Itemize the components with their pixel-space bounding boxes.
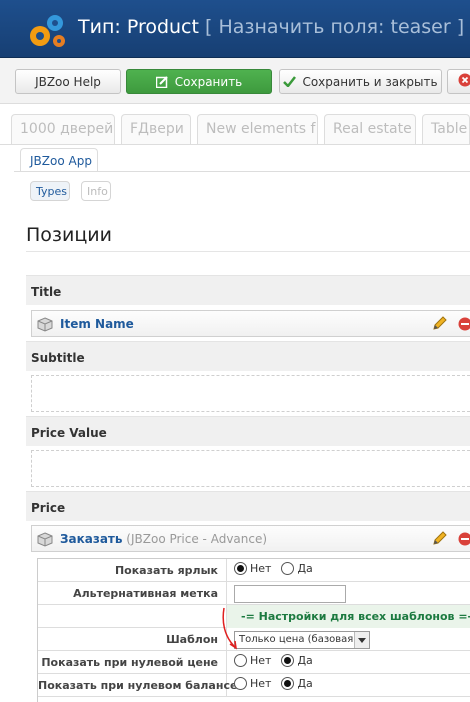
settings-banner: -= Настройки для всех шаблонов =- xyxy=(227,605,470,628)
save-button-label: Сохранить xyxy=(174,74,243,89)
tab-label: FДвери xyxy=(130,121,184,137)
help-button[interactable]: JBZoo Help xyxy=(15,69,121,94)
radio-no[interactable] xyxy=(234,654,247,667)
radio-label: Да xyxy=(297,562,313,575)
element-name: Заказать (JBZoo Price - Advance) xyxy=(60,532,267,546)
radio-no[interactable] xyxy=(234,677,247,690)
setting-zero-price: Показать при нулевой цене Нет Да xyxy=(38,651,470,674)
position-subtitle-header: Subtitle xyxy=(26,341,470,371)
template-select[interactable]: Только цена (базовая) xyxy=(234,631,370,649)
alt-label-value xyxy=(234,585,346,603)
tab-label: Real estate xyxy=(333,121,412,137)
element-settings: Показать ярлык Нет Да Альтернативная мет… xyxy=(37,558,470,702)
radio-no[interactable] xyxy=(234,562,247,575)
template-selected-value: Только цена (базовая) xyxy=(239,634,358,645)
tab-real-estate[interactable]: Real estate xyxy=(324,114,416,144)
close-icon xyxy=(458,73,470,90)
element-order[interactable]: Заказать (JBZoo Price - Advance) xyxy=(31,525,470,552)
cube-icon xyxy=(37,532,53,550)
tab-fdoors[interactable]: FДвери xyxy=(121,114,191,144)
radio-group: Нет Да xyxy=(234,654,323,667)
tab-label: 1000 дверей xyxy=(20,121,114,137)
position-price-value-dropzone[interactable] xyxy=(31,450,470,487)
radio-label: Да xyxy=(297,677,313,690)
page-title: Тип: Product [ Назначить поля: teaser ] xyxy=(78,16,464,38)
element-name-text: Заказать xyxy=(60,532,123,546)
toolbar: JBZoo Help Сохранить Сохранить и закрыть xyxy=(0,58,470,104)
delete-icon[interactable] xyxy=(458,532,470,549)
radio-yes[interactable] xyxy=(281,562,295,575)
app-tabs: 1000 дверей FДвери New elements f Real e… xyxy=(0,114,470,144)
element-item-name[interactable]: Item Name xyxy=(31,310,470,337)
radio-label: Нет xyxy=(250,654,272,667)
tab-label: New elements f xyxy=(206,121,316,137)
radio-group: Нет Да xyxy=(234,677,323,690)
chevron-down-icon xyxy=(354,632,369,648)
position-price-header: Price xyxy=(26,491,470,521)
close-button[interactable] xyxy=(447,69,470,94)
save-button[interactable]: Сохранить xyxy=(126,69,272,94)
setting-label-empty xyxy=(38,605,227,628)
gears-logo-icon xyxy=(30,15,65,47)
save-and-close-label: Сохранить и закрыть xyxy=(302,74,438,89)
setting-alt-label: Альтернативная метка xyxy=(38,582,470,605)
radio-label: Нет xyxy=(250,677,272,690)
info-label: Info xyxy=(87,185,108,198)
setting-show-label: Показать ярлык Нет Да xyxy=(38,559,470,582)
position-price-value-header: Price Value xyxy=(26,416,470,446)
save-and-close-button[interactable]: Сохранить и закрыть xyxy=(279,69,442,94)
pencil-icon[interactable] xyxy=(432,316,447,334)
checkmark-icon xyxy=(283,76,297,87)
help-button-label: JBZoo Help xyxy=(35,74,101,89)
position-title-header: Title xyxy=(26,275,470,305)
setting-label: Показать при нулевом балансе xyxy=(38,674,237,697)
position-name: Price xyxy=(31,501,66,515)
position-name: Title xyxy=(31,285,62,299)
radio-label: Нет xyxy=(250,562,272,575)
types-link[interactable]: Types xyxy=(30,181,70,201)
template-value: Только цена (базовая) xyxy=(234,631,370,649)
setting-label: Альтернативная метка xyxy=(38,582,227,605)
red-annotation-mark-icon xyxy=(222,607,237,650)
setting-label: Показать при нулевой цене xyxy=(38,651,227,674)
radio-group: Нет Да xyxy=(234,562,323,575)
types-label: Types xyxy=(36,185,67,198)
element-name: Item Name xyxy=(60,317,134,331)
cube-icon xyxy=(37,317,53,335)
info-link[interactable]: Info xyxy=(81,181,111,201)
alt-label-input[interactable] xyxy=(234,585,346,603)
tab-table[interactable]: Table xyxy=(422,114,470,144)
setting-zero-balance: Показать при нулевом балансе Нет Да xyxy=(38,674,470,697)
setting-label: Шаблон xyxy=(38,628,227,651)
app-tab-divider xyxy=(14,171,470,172)
tab-jbzoo-app[interactable]: JBZoo App xyxy=(20,148,98,172)
radio-yes[interactable] xyxy=(281,677,295,690)
element-type: (JBZoo Price - Advance) xyxy=(122,532,268,546)
position-subtitle-dropzone[interactable] xyxy=(31,375,470,412)
edit-icon xyxy=(155,75,169,88)
tab-label: Table xyxy=(431,121,468,137)
pencil-icon[interactable] xyxy=(432,531,447,549)
heading-divider xyxy=(26,251,470,252)
setting-label: Показать ярлык xyxy=(38,559,227,582)
positions-heading: Позиции xyxy=(26,224,112,246)
radio-label: Да xyxy=(297,654,313,667)
tab-new-elements[interactable]: New elements f xyxy=(197,114,318,144)
title-sub: [ Назначить поля: teaser ] xyxy=(198,16,465,38)
title-main: Тип: Product xyxy=(78,16,199,38)
position-name: Subtitle xyxy=(31,351,85,365)
tab-1000-doors[interactable]: 1000 дверей xyxy=(11,114,115,144)
position-name: Price Value xyxy=(31,426,107,440)
tabs-divider xyxy=(0,144,470,145)
tab-label: JBZoo App xyxy=(30,154,92,168)
radio-yes[interactable] xyxy=(281,654,295,667)
setting-template: Шаблон Только цена (базовая) xyxy=(38,628,470,651)
delete-icon[interactable] xyxy=(458,317,470,334)
header-bar: Тип: Product [ Назначить поля: teaser ] xyxy=(0,0,470,58)
setting-banner-row: -= Настройки для всех шаблонов =- xyxy=(38,605,470,628)
